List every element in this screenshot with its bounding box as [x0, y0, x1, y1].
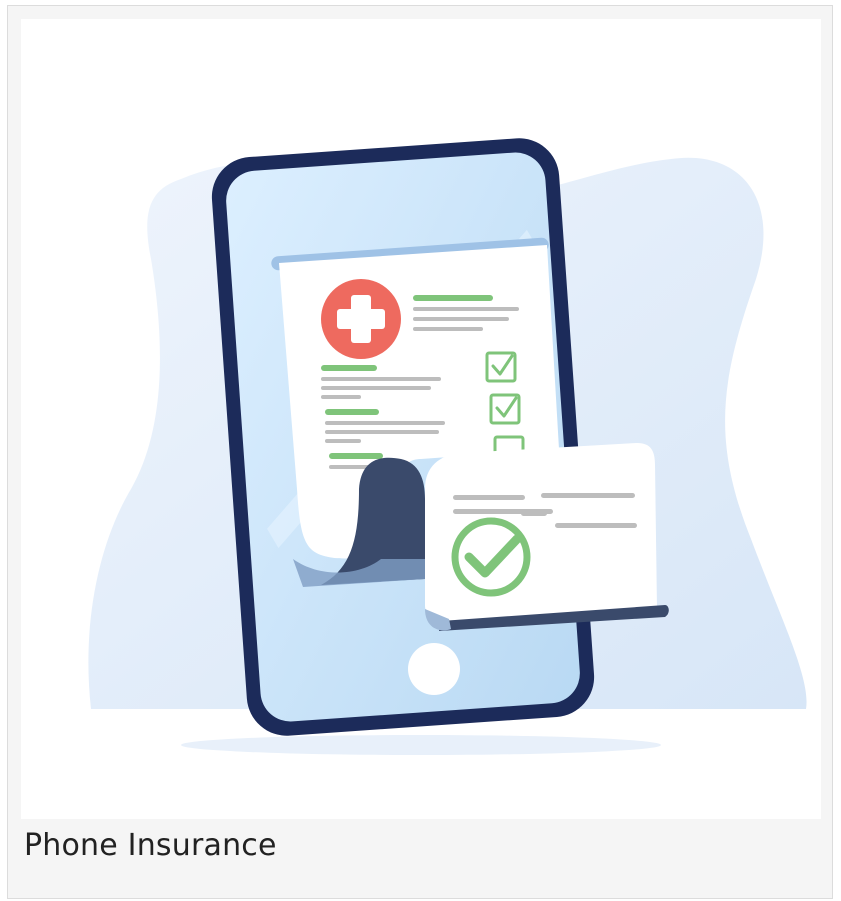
floor-shadow — [181, 735, 661, 755]
product-caption[interactable]: Phone Insurance — [24, 828, 277, 863]
home-button — [408, 643, 460, 695]
product-image — [21, 19, 821, 819]
product-card[interactable]: Phone Insurance — [7, 5, 833, 899]
approval-card — [425, 443, 669, 631]
phone-insurance-illustration — [88, 138, 807, 755]
